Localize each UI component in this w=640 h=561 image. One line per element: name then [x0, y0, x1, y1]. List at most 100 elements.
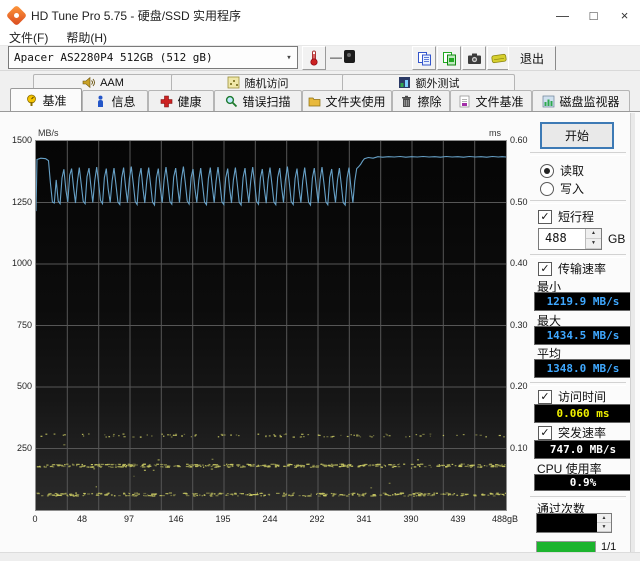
extra-tests-icon: [398, 77, 410, 88]
axis-tick-label: 750: [16, 319, 32, 330]
access-time-checkbox[interactable]: ✓ 访问时间: [538, 388, 606, 405]
axis-tick-label: 48: [76, 514, 87, 524]
disk-monitor-icon: [543, 95, 555, 107]
tab-error-scan[interactable]: 错误扫描: [214, 90, 302, 111]
stepper-up-icon: ▲: [586, 229, 601, 239]
axis-tick-label: 0.60: [510, 135, 528, 145]
drive-select[interactable]: Apacer AS2280P4 512GB (512 gB) ▾: [8, 46, 298, 69]
short-stroke-label: 短行程: [558, 210, 595, 224]
stepper-down-icon: ▼: [586, 239, 601, 249]
axis-tick-label: 341: [356, 514, 372, 524]
separator: [530, 200, 626, 204]
checkbox-checked-icon: ✓: [538, 425, 552, 440]
read-radio[interactable]: 读取: [540, 162, 584, 179]
cpu-usage-value: 0.9%: [534, 474, 632, 491]
y-left-axis-unit: MB/s: [38, 128, 59, 138]
short-stroke-unit: GB: [608, 232, 626, 246]
start-button-label: 开始: [564, 129, 589, 143]
burst-rate-label: 突发速率: [558, 426, 607, 440]
tab-benchmark[interactable]: 基准: [10, 88, 82, 111]
tab-info-label: 信息: [111, 94, 136, 109]
maximize-button[interactable]: □: [578, 0, 609, 30]
axis-tick-label: 0.50: [510, 196, 528, 207]
trash-icon: [402, 95, 412, 107]
tab-aam-label: AAM: [100, 76, 124, 89]
access-time-label: 访问时间: [558, 390, 607, 404]
benchmark-chart: [35, 140, 509, 511]
y-right-axis-unit: ms: [489, 128, 501, 138]
copy-image-button[interactable]: [437, 46, 461, 70]
axis-tick-label: 244: [262, 514, 278, 524]
axis-tick-label: 97: [123, 514, 134, 524]
axis-tick-label: 0: [32, 514, 38, 524]
axis-tick-label: 1500: [11, 135, 32, 145]
axis-tick-label: 0.20: [510, 381, 528, 391]
tab-folder-usage[interactable]: 文件夹使用: [302, 90, 392, 111]
axis-tick-label: 390: [403, 514, 419, 524]
temperature-badge-icon: [344, 50, 355, 63]
burst-rate-value: 747.0 MB/s: [534, 440, 632, 459]
short-stroke-checkbox[interactable]: ✓ 短行程: [538, 208, 594, 225]
copy-image-icon: [442, 51, 456, 65]
speaker-icon: [82, 76, 96, 89]
copy-text-button[interactable]: [412, 46, 436, 70]
axis-tick-label: 1000: [11, 258, 32, 268]
benchmark-page: MB/s ms 1500 1250 1000 750 500 250 0.60 0.50 0.…: [0, 111, 640, 556]
transfer-rate-label: 传输速率: [558, 262, 607, 276]
separator: [530, 152, 626, 156]
magnifier-icon: [226, 95, 238, 107]
write-radio[interactable]: 写入: [540, 180, 584, 197]
axis-tick-label: 0.30: [510, 319, 528, 330]
screenshot-button[interactable]: [462, 46, 486, 70]
exit-button[interactable]: 退出: [508, 46, 556, 71]
window-bottom-edge: [0, 552, 640, 561]
tab-row-secondary: AAM 随机访问 额外测试: [0, 74, 640, 90]
axis-tick-label: 488gB: [491, 514, 519, 524]
menu-help[interactable]: 帮助(H): [57, 29, 116, 46]
start-button[interactable]: 开始: [540, 122, 614, 149]
tab-random-access[interactable]: 随机访问: [171, 74, 344, 90]
tab-disk-monitor[interactable]: 磁盘监视器: [532, 90, 630, 111]
pass-count-stepper[interactable]: ▲ ▼: [536, 513, 612, 533]
axis-tick-label: 0.40: [510, 258, 528, 268]
tab-extra-tests[interactable]: 额外测试: [342, 74, 515, 90]
tab-info[interactable]: 信息: [82, 90, 148, 111]
max-value: 1434.5 MB/s: [534, 326, 632, 345]
drive-select-value: Apacer AS2280P4 512GB (512 gB): [14, 51, 213, 64]
menubar: 文件(F) 帮助(H): [0, 30, 640, 46]
close-button[interactable]: ×: [609, 0, 640, 30]
tab-health[interactable]: 健康: [148, 90, 214, 111]
pass-count-value: [537, 514, 597, 532]
health-cross-icon: [161, 95, 173, 107]
panel-edge: [630, 113, 635, 552]
short-stroke-capacity-stepper[interactable]: 488 ▲ ▼: [538, 228, 602, 250]
transfer-rate-checkbox[interactable]: ✓ 传输速率: [538, 260, 606, 277]
file-benchmark-icon: [460, 95, 470, 107]
minimize-button[interactable]: —: [547, 0, 578, 30]
ticket-icon: [491, 53, 507, 63]
tab-erase[interactable]: 擦除: [392, 90, 450, 111]
radio-unselected-icon: [540, 181, 554, 196]
tab-file-benchmark[interactable]: 文件基准: [450, 90, 532, 111]
access-time-value: 0.060 ms: [534, 404, 632, 423]
axis-tick-label: 292: [309, 514, 325, 524]
benchmark-chart-canvas: [35, 141, 509, 510]
axis-tick-label: 439: [450, 514, 466, 524]
axis-tick-label: 146: [168, 514, 184, 524]
tab-extra-tests-label: 额外测试: [415, 77, 460, 90]
menu-file[interactable]: 文件(F): [0, 29, 57, 46]
benchmark-icon: [27, 94, 37, 106]
tab-file-benchmark-label: 文件基准: [475, 94, 524, 109]
temperature-value: —: [330, 50, 342, 64]
axis-tick-label: 500: [16, 381, 32, 391]
temperature-button[interactable]: [302, 46, 326, 70]
burst-rate-checkbox[interactable]: ✓ 突发速率: [538, 424, 606, 441]
write-radio-label: 写入: [560, 182, 585, 196]
stepper-arrows[interactable]: ▲ ▼: [585, 229, 601, 249]
stepper-arrows[interactable]: ▲ ▼: [597, 514, 611, 532]
titlebar: HD Tune Pro 5.75 - 硬盘/SSD 实用程序 — □ ×: [0, 0, 640, 30]
short-stroke-value: 488: [545, 231, 567, 245]
stepper-up-icon: ▲: [597, 514, 611, 523]
exit-button-label: 退出: [519, 52, 544, 66]
camera-icon: [467, 53, 481, 64]
